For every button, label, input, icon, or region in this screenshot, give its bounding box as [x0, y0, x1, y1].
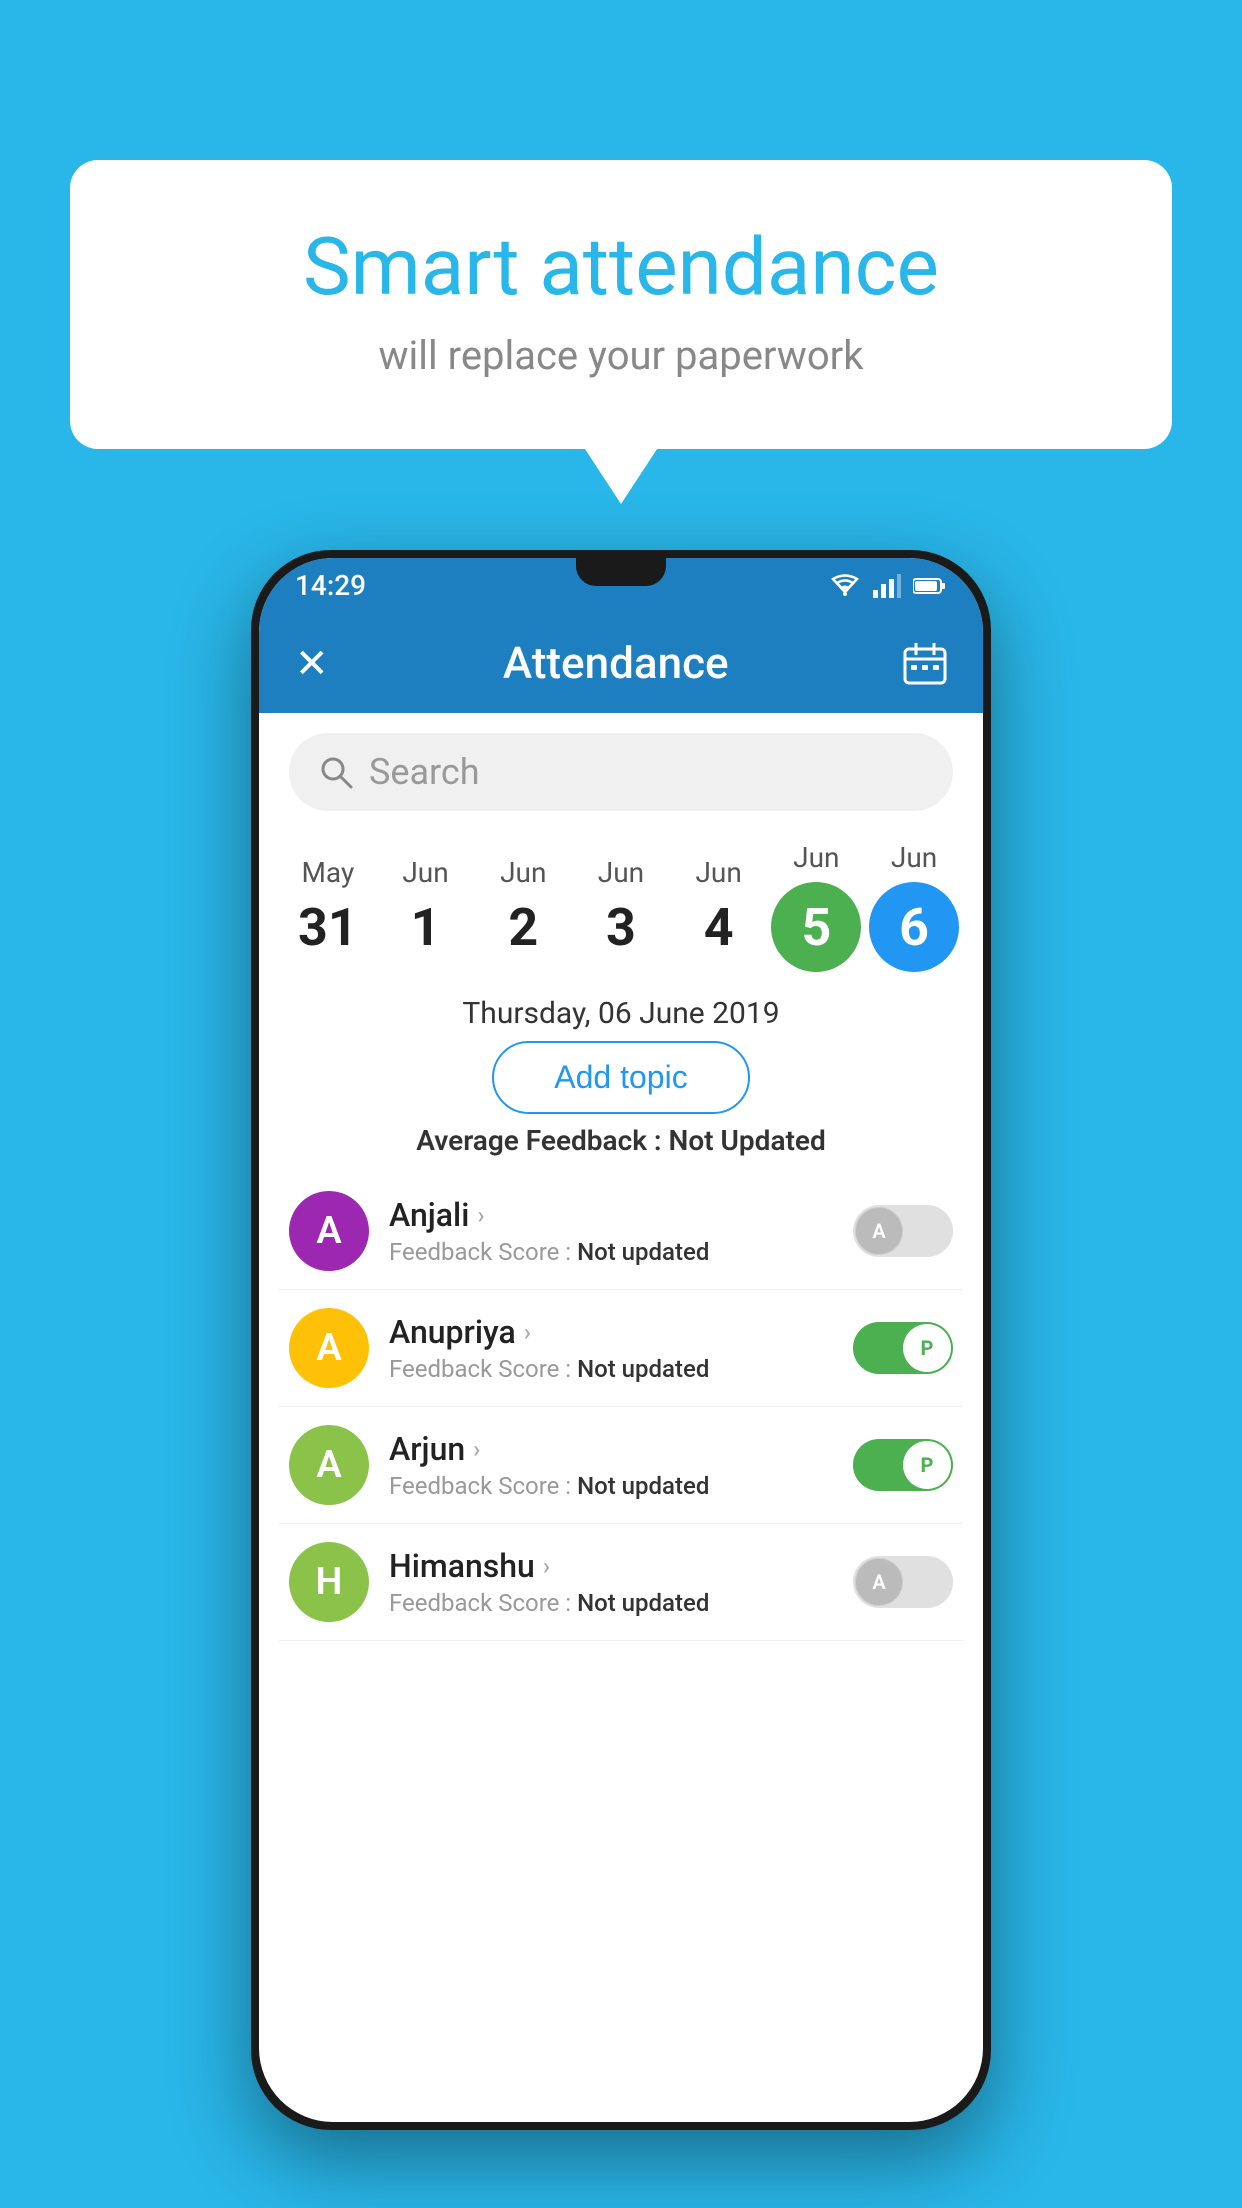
student-info-himanshu: Himanshu › Feedback Score : Not updated [389, 1547, 833, 1617]
bubble-subtitle: will replace your paperwork [150, 332, 1092, 379]
wifi-icon [829, 574, 861, 598]
student-name-arjun: Arjun [389, 1430, 465, 1468]
toggle-arjun[interactable]: P [853, 1439, 953, 1491]
student-info-arjun: Arjun › Feedback Score : Not updated [389, 1430, 833, 1500]
feedback-anupriya: Feedback Score : Not updated [389, 1355, 833, 1383]
toggle-anjali[interactable]: A [853, 1205, 953, 1257]
date-item-may31[interactable]: May 31 [283, 856, 373, 958]
student-name-himanshu: Himanshu [389, 1547, 535, 1585]
status-time: 14:29 [295, 569, 366, 602]
selected-date: Thursday, 06 June 2019 [259, 996, 983, 1031]
avatar-anupriya: A [289, 1308, 369, 1388]
calendar-icon[interactable] [903, 641, 947, 685]
chevron-icon: › [477, 1201, 484, 1229]
avg-feedback: Average Feedback : Not Updated [259, 1124, 983, 1157]
student-info-anjali: Anjali › Feedback Score : Not updated [389, 1196, 833, 1266]
close-button[interactable]: ✕ [295, 640, 329, 687]
date-item-jun5[interactable]: Jun 5 [771, 841, 861, 972]
avg-feedback-label: Average Feedback : [416, 1124, 661, 1157]
date-item-jun6[interactable]: Jun 6 [869, 841, 959, 972]
student-item-anjali[interactable]: A Anjali › Feedback Score : Not updated … [279, 1173, 963, 1290]
feedback-arjun: Feedback Score : Not updated [389, 1472, 833, 1500]
avg-feedback-value: Not Updated [669, 1124, 826, 1157]
student-name-anupriya: Anupriya [389, 1313, 516, 1351]
search-bar[interactable]: Search [289, 733, 953, 811]
date-item-jun1[interactable]: Jun 1 [381, 856, 471, 958]
add-topic-button[interactable]: Add topic [492, 1041, 749, 1114]
date-item-jun2[interactable]: Jun 2 [478, 856, 568, 958]
chevron-icon: › [543, 1552, 550, 1580]
student-name-anjali: Anjali [389, 1196, 469, 1234]
avatar-himanshu: H [289, 1542, 369, 1622]
date-strip: May 31 Jun 1 Jun 2 Jun 3 Jun 4 Jun [259, 831, 983, 982]
student-item-himanshu[interactable]: H Himanshu › Feedback Score : Not update… [279, 1524, 963, 1641]
student-list: A Anjali › Feedback Score : Not updated … [259, 1173, 983, 1641]
phone-frame: 14:29 [251, 550, 991, 2130]
phone-screen: 14:29 [259, 558, 983, 2122]
date-item-jun4[interactable]: Jun 4 [674, 856, 764, 958]
feedback-himanshu: Feedback Score : Not updated [389, 1589, 833, 1617]
student-item-anupriya[interactable]: A Anupriya › Feedback Score : Not update… [279, 1290, 963, 1407]
battery-icon [913, 577, 947, 595]
date-item-jun3[interactable]: Jun 3 [576, 856, 666, 958]
avatar-anjali: A [289, 1191, 369, 1271]
speech-bubble: Smart attendance will replace your paper… [70, 160, 1172, 449]
date-circle-jun5: 5 [771, 882, 861, 972]
signal-icon [873, 574, 901, 598]
bubble-title: Smart attendance [150, 220, 1092, 314]
date-circle-jun6: 6 [869, 882, 959, 972]
toggle-anupriya[interactable]: P [853, 1322, 953, 1374]
feedback-anjali: Feedback Score : Not updated [389, 1238, 833, 1266]
app-title: Attendance [359, 637, 873, 689]
phone-notch [576, 558, 666, 586]
status-icons [829, 574, 947, 598]
search-placeholder: Search [369, 751, 480, 793]
chevron-icon: › [524, 1318, 531, 1346]
student-info-anupriya: Anupriya › Feedback Score : Not updated [389, 1313, 833, 1383]
app-bar: ✕ Attendance [259, 613, 983, 713]
avatar-arjun: A [289, 1425, 369, 1505]
search-icon [319, 755, 353, 789]
chevron-icon: › [473, 1435, 480, 1463]
student-item-arjun[interactable]: A Arjun › Feedback Score : Not updated P [279, 1407, 963, 1524]
status-bar: 14:29 [259, 558, 983, 613]
toggle-himanshu[interactable]: A [853, 1556, 953, 1608]
